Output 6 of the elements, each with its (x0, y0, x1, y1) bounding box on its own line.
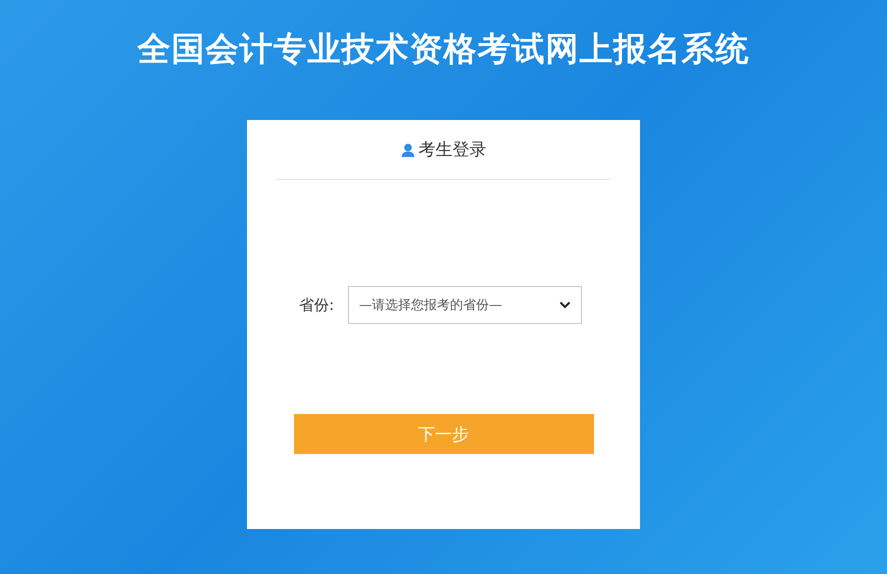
user-icon (400, 142, 414, 156)
login-heading: 考生登录 (418, 139, 486, 161)
field-label: 省份: (298, 296, 334, 314)
province-select[interactable]: —请选择您报考的省份— (348, 286, 582, 324)
chevron-down-icon (559, 301, 572, 309)
page-title: 全国会计专业技术资格考试网上报名系统 (138, 28, 750, 70)
